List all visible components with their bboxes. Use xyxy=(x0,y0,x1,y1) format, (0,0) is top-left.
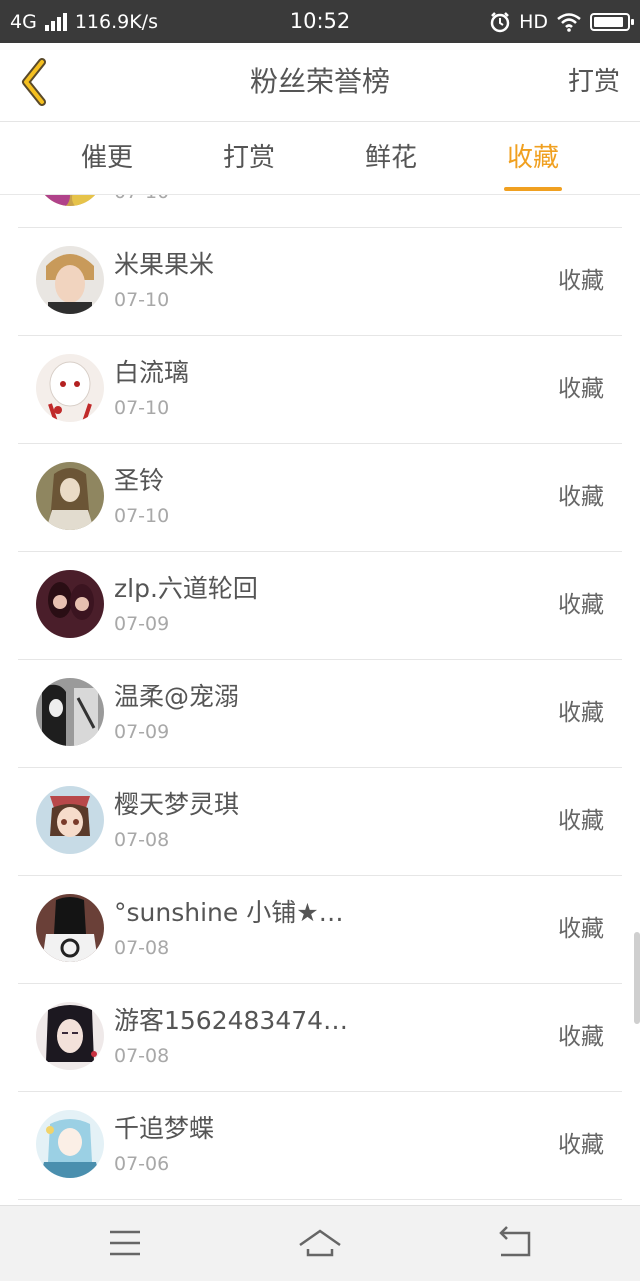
list-item-name: 游客1562483474… xyxy=(114,1006,349,1035)
avatar xyxy=(36,462,104,530)
avatar xyxy=(36,678,104,746)
active-tab-indicator xyxy=(504,187,562,191)
battery-icon xyxy=(590,12,634,31)
status-right: HD xyxy=(489,0,634,43)
list-item[interactable]: 樱天梦灵琪 07-08 收藏 xyxy=(18,767,622,876)
list-item-name: °sunshine 小铺★… xyxy=(114,898,344,927)
list-item-date: 07-09 xyxy=(114,721,170,743)
home-button[interactable] xyxy=(290,1221,350,1265)
list-item[interactable]: 圣铃 07-10 收藏 xyxy=(18,443,622,552)
list-item-name: 圣铃 xyxy=(114,466,165,495)
list-item-name: 米果果米 xyxy=(114,250,215,279)
list-item[interactable]: 温柔@宠溺 07-09 收藏 xyxy=(18,659,622,768)
list-item-name: 千追梦蝶 xyxy=(114,1114,215,1143)
page-title: 粉丝荣誉榜 xyxy=(249,65,390,98)
list-item-action: 收藏 xyxy=(558,916,604,942)
tab-label: 打赏 xyxy=(222,143,275,173)
avatar xyxy=(36,894,104,962)
back-nav-button[interactable] xyxy=(485,1221,545,1265)
tab-label: 鲜花 xyxy=(364,143,417,173)
wifi-icon xyxy=(557,12,581,32)
avatar xyxy=(36,1110,104,1178)
tab-reward[interactable]: 打赏 xyxy=(178,122,320,194)
list-item[interactable]: 白流璃 07-10 收藏 xyxy=(18,335,622,444)
hd-label: HD xyxy=(519,10,548,33)
list-item-name: 温柔@宠溺 xyxy=(114,682,240,711)
home-icon xyxy=(299,1229,341,1257)
menu-icon xyxy=(110,1230,140,1256)
list-item-name: 樱天梦灵琪 xyxy=(114,790,240,819)
avatar xyxy=(36,570,104,638)
list-item-date: 07-10 xyxy=(114,195,169,203)
list-item-name: 白流璃 xyxy=(114,358,190,387)
avatar xyxy=(36,195,104,206)
list-item[interactable]: zlp.六道轮回 07-09 收藏 xyxy=(18,551,622,660)
tab-label: 收藏 xyxy=(506,143,559,173)
nav-bar xyxy=(0,1205,640,1281)
list-item-action: 收藏 xyxy=(558,808,604,834)
list-item-date: 07-06 xyxy=(114,1153,170,1175)
reward-button[interactable]: 打赏 xyxy=(568,43,620,121)
title-bar: 粉丝荣誉榜 打赏 xyxy=(0,43,640,122)
alarm-icon xyxy=(490,11,510,32)
list-item-action: 收藏 xyxy=(558,1024,604,1050)
tab-bar: 催更 打赏 鲜花 收藏 xyxy=(0,122,640,195)
tab-favorites[interactable]: 收藏 xyxy=(462,122,604,194)
battery-fill xyxy=(594,16,623,27)
list-item-action: 收藏 xyxy=(558,700,604,726)
list-item-action: 收藏 xyxy=(558,484,604,510)
list-item-date: 07-10 xyxy=(114,289,170,311)
avatar xyxy=(36,246,104,314)
list-item[interactable]: 千追梦蝶 07-06 收藏 xyxy=(18,1091,622,1200)
list-item[interactable]: 游客1562483474… 07-08 收藏 xyxy=(18,983,622,1092)
status-bar: 4G 116.9K/s 10:52 HD xyxy=(0,0,640,43)
list-item[interactable]: 米果果米 07-10 收藏 xyxy=(18,227,622,336)
list-item-date: 07-09 xyxy=(114,613,170,635)
avatar xyxy=(36,354,104,422)
tab-urge[interactable]: 催更 xyxy=(36,122,178,194)
avatar xyxy=(36,786,104,854)
list-item-date: 07-08 xyxy=(114,829,170,851)
list-item-action: 收藏 xyxy=(558,1132,604,1158)
list-item-action: 收藏 xyxy=(558,376,604,402)
tab-flowers[interactable]: 鲜花 xyxy=(320,122,462,194)
list-item[interactable]: 07-10 xyxy=(18,195,622,228)
menu-button[interactable] xyxy=(95,1221,155,1265)
list-item-action: 收藏 xyxy=(558,268,604,294)
list-item-date: 07-08 xyxy=(114,937,170,959)
avatar xyxy=(36,1002,104,1070)
list-item-date: 07-08 xyxy=(114,1045,170,1067)
list-item-name: zlp.六道轮回 xyxy=(114,574,258,603)
scrollbar[interactable] xyxy=(634,932,640,1024)
tab-label: 催更 xyxy=(80,143,133,173)
list-item[interactable]: °sunshine 小铺★… 07-08 收藏 xyxy=(18,875,622,984)
list-item-date: 07-10 xyxy=(114,397,170,419)
back-icon xyxy=(499,1226,531,1257)
list-item-action: 收藏 xyxy=(558,592,604,618)
fan-list[interactable]: 07-10 米果果米 07-10 收藏 白流璃 07-10 收藏 圣铃 07-1… xyxy=(0,195,640,1205)
list-item-date: 07-10 xyxy=(114,505,170,527)
